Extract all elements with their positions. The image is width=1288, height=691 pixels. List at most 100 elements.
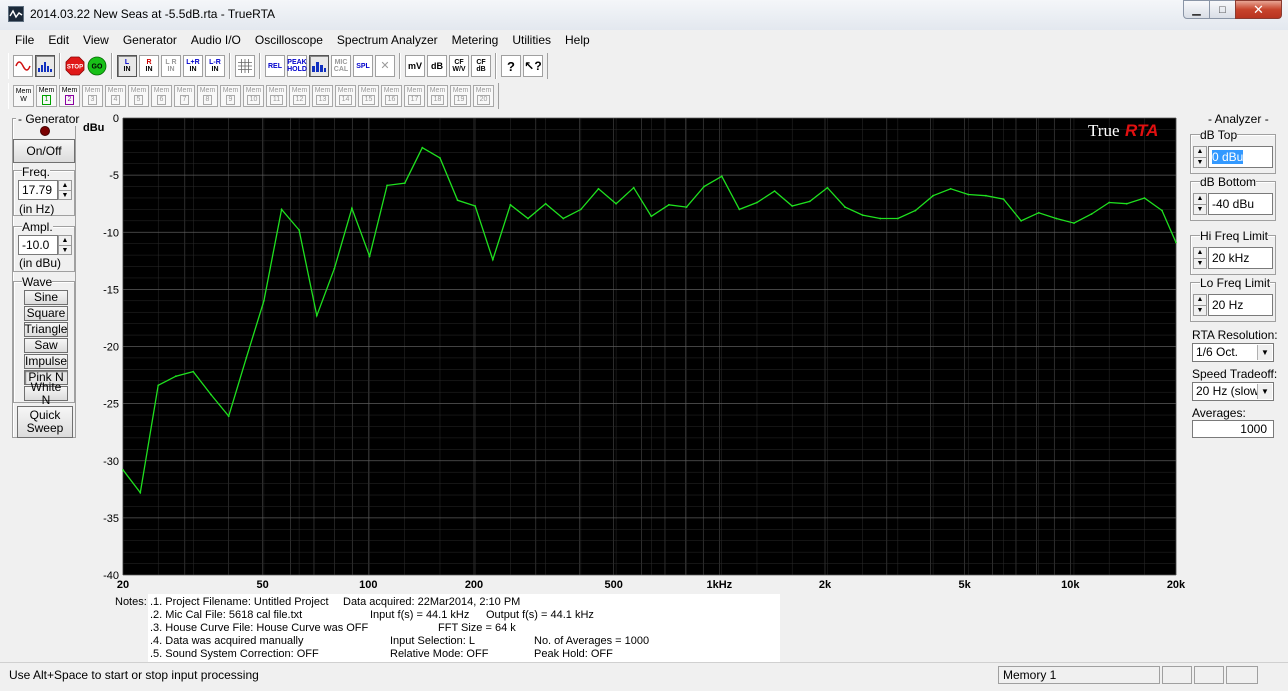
data-point [1055, 217, 1058, 220]
relative-mode-button[interactable]: REL [265, 55, 285, 77]
x-tick-label: 20k [1167, 579, 1186, 591]
maximize-button[interactable]: □ [1209, 0, 1236, 19]
lo-freq-input[interactable]: 20 Hz [1208, 294, 1273, 316]
close-button[interactable]: ✕ [1235, 0, 1282, 19]
wave-white-noise-button[interactable]: White N [24, 380, 68, 406]
resolution-value: 1/6 Oct. [1196, 345, 1239, 359]
data-point [615, 202, 617, 205]
lo-freq-spinner[interactable]: ▲ ▼ [1193, 294, 1207, 316]
input-left-button[interactable]: L IN [117, 55, 137, 77]
mem-5-button[interactable]: Mem 5 [128, 85, 149, 107]
menu-audio-io[interactable]: Audio I/O [184, 30, 248, 50]
input-left-right-button[interactable]: L R IN [161, 55, 181, 77]
x-tick-label: 500 [604, 579, 622, 591]
mem-12-button[interactable]: Mem 12 [289, 85, 310, 107]
ampl-unit: (in dBu) [19, 256, 62, 270]
oscilloscope-mode-button[interactable] [13, 55, 33, 77]
mem-6-button[interactable]: Mem 6 [151, 85, 172, 107]
mem-11-button[interactable]: Mem 11 [266, 85, 287, 107]
mem-16-button[interactable]: Mem 16 [381, 85, 402, 107]
menu-file[interactable]: File [8, 30, 41, 50]
wave-square-button[interactable]: Square [24, 306, 68, 321]
mem-10-button[interactable]: Mem 10 [243, 85, 264, 107]
spl-button[interactable]: SPL [353, 55, 373, 77]
input-sum-button[interactable]: L+R IN [183, 55, 203, 77]
spectrum-bars-icon [38, 62, 52, 72]
stop-button[interactable]: STOP [65, 55, 85, 77]
mem-15-button[interactable]: Mem 15 [358, 85, 379, 107]
mem-4-button[interactable]: Mem 4 [105, 85, 126, 107]
mem-w-button[interactable]: Mem W [13, 85, 34, 107]
menu-utilities[interactable]: Utilities [505, 30, 558, 50]
minimize-button[interactable]: ▁ [1183, 0, 1210, 19]
bar-display-button[interactable] [309, 55, 329, 77]
mem-19-button[interactable]: Mem 19 [450, 85, 471, 107]
mem-2-button[interactable]: Mem 2 [59, 85, 80, 107]
spin-down-icon: ▼ [1194, 156, 1206, 168]
input-right-button[interactable]: R IN [139, 55, 159, 77]
menu-view[interactable]: View [76, 30, 116, 50]
freq-spinner[interactable]: ▲ ▼ [58, 180, 72, 200]
generator-onoff-button[interactable]: On/Off [13, 139, 75, 163]
db-bottom-label: dB Bottom [1200, 175, 1257, 189]
input-difference-button[interactable]: L-R IN [205, 55, 225, 77]
db-bottom-input[interactable]: -40 dBu [1208, 193, 1273, 215]
mem-7-button[interactable]: Mem 7 [174, 85, 195, 107]
millivolt-button[interactable]: mV [405, 55, 425, 77]
db-top-spinner[interactable]: ▲ ▼ [1193, 146, 1207, 168]
ampl-input[interactable]: -10.0 [18, 235, 58, 255]
ampl-spinner[interactable]: ▲ ▼ [58, 235, 72, 255]
wave-triangle-button[interactable]: Triangle [24, 322, 68, 337]
context-help-button[interactable]: ↖? [523, 55, 543, 77]
mem-17-button[interactable]: Mem 17 [404, 85, 425, 107]
spectrum-chart[interactable]: 0-5-10-15-20-25-30-35-40dBu20 50 100 200 500… [80, 110, 1186, 592]
mem-label: Mem [429, 87, 446, 94]
mem-18-button[interactable]: Mem 18 [427, 85, 448, 107]
data-point [527, 217, 529, 220]
menu-oscilloscope[interactable]: Oscilloscope [248, 30, 330, 50]
x-tick-label: 100 [359, 579, 377, 591]
crest-factor-db-button[interactable]: CF dB [471, 55, 491, 77]
mem-1-button[interactable]: Mem 1 [36, 85, 57, 107]
menu-metering[interactable]: Metering [445, 30, 506, 50]
freq-input[interactable]: 17.79 [18, 180, 58, 200]
grid-toggle-button[interactable] [235, 55, 255, 77]
help-button[interactable]: ? [501, 55, 521, 77]
cf-db-label: CF [476, 59, 486, 66]
menu-spectrum-analyzer[interactable]: Spectrum Analyzer [330, 30, 445, 50]
db-bottom-spinner[interactable]: ▲ ▼ [1193, 193, 1207, 215]
mic-cal-button[interactable]: MIC CAL [331, 55, 351, 77]
crest-factor-wv-button[interactable]: CF W/V [449, 55, 469, 77]
wave-sine-button[interactable]: Sine [24, 290, 68, 305]
mem-13-button[interactable]: Mem 13 [312, 85, 333, 107]
resolution-select[interactable]: 1/6 Oct. ▼ [1192, 343, 1274, 362]
wave-saw-button[interactable]: Saw [24, 338, 68, 353]
decibel-button[interactable]: dB [427, 55, 447, 77]
go-button[interactable]: GO [87, 55, 107, 77]
menu-edit[interactable]: Edit [41, 30, 76, 50]
mem-8-button[interactable]: Mem 8 [197, 85, 218, 107]
db-top-input[interactable]: 0 dBu [1208, 146, 1273, 168]
data-point [298, 229, 301, 231]
data-point [1143, 197, 1146, 199]
mem-9-button[interactable]: Mem 9 [220, 85, 241, 107]
hi-freq-spinner[interactable]: ▲ ▼ [1193, 247, 1207, 269]
spectrum-mode-button[interactable] [35, 55, 55, 77]
mem-3-button[interactable]: Mem 3 [82, 85, 103, 107]
hi-freq-input[interactable]: 20 kHz [1208, 247, 1273, 269]
menu-generator[interactable]: Generator [116, 30, 184, 50]
averages-input[interactable]: 1000 [1192, 420, 1274, 438]
input-lr-sub: IN [167, 66, 175, 73]
mem-14-button[interactable]: Mem 14 [335, 85, 356, 107]
wave-impulse-button[interactable]: Impulse [24, 354, 68, 369]
note-averages: No. of Averages = 1000 [534, 635, 650, 647]
menu-help[interactable]: Help [558, 30, 597, 50]
quick-sweep-button[interactable]: Quick Sweep [17, 406, 73, 438]
mem-20-button[interactable]: Mem 20 [473, 85, 494, 107]
data-point [1161, 209, 1163, 212]
peak-hold-button[interactable]: PEAK HOLD [287, 55, 307, 77]
speed-select[interactable]: 20 Hz (slow) ▼ [1192, 382, 1274, 401]
stop-label: STOP [67, 65, 83, 71]
clear-button[interactable]: ✕ [375, 55, 395, 77]
app-icon[interactable] [8, 6, 24, 22]
